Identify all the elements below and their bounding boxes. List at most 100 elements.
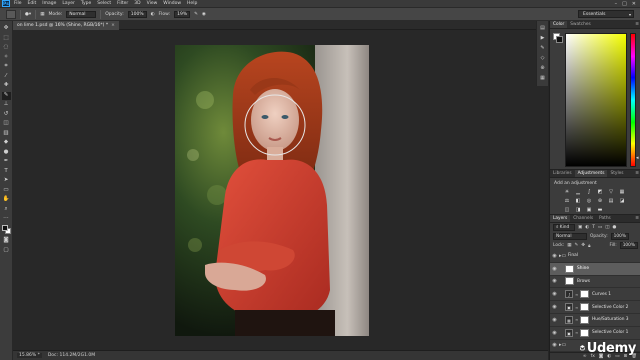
close-icon[interactable]: ✕ <box>632 1 636 7</box>
filter-adjustment-icon[interactable]: ◐ <box>585 225 589 230</box>
selective-color-icon[interactable]: ▣ <box>586 207 592 213</box>
close-icon[interactable]: × <box>111 23 115 28</box>
eye-icon[interactable]: ◉ <box>550 342 559 348</box>
layer-filter-select[interactable]: ⌕ Kind <box>553 224 575 231</box>
layer-fill-field[interactable]: 100% <box>619 242 638 249</box>
properties-icon[interactable]: ▦ <box>539 75 546 82</box>
menu-window[interactable]: Window <box>163 1 181 6</box>
tab-swatches[interactable]: Swatches <box>567 21 594 28</box>
lock-pixels-icon[interactable]: ▦ <box>567 243 571 248</box>
tab-channels[interactable]: Channels <box>570 215 596 222</box>
dodge-tool-icon[interactable]: ● <box>2 149 11 157</box>
quick-mask-icon[interactable]: ◙ <box>2 237 11 245</box>
flow-field[interactable]: 19% <box>174 10 191 18</box>
eye-icon[interactable]: ◉ <box>550 266 559 272</box>
mode-select[interactable]: Normal <box>66 10 97 18</box>
threshold-icon[interactable]: ◨ <box>575 207 581 213</box>
quick-select-tool-icon[interactable]: ✧ <box>2 54 11 62</box>
marquee-tool-icon[interactable]: ⬚ <box>2 35 11 43</box>
menu-file[interactable]: File <box>14 1 22 6</box>
panel-menu-icon[interactable]: ≡ <box>635 170 639 177</box>
lock-move-icon[interactable]: ✥ <box>581 243 585 248</box>
menu-type[interactable]: Type <box>81 1 91 6</box>
tab-color[interactable]: Color <box>550 21 568 28</box>
zoom-tool-icon[interactable]: ⌕ <box>2 206 11 214</box>
history-brush-tool-icon[interactable]: ↺ <box>2 111 11 119</box>
screen-mode-icon[interactable]: ▢ <box>2 247 11 255</box>
blend-mode-select[interactable]: Normal <box>553 233 587 240</box>
hand-tool-icon[interactable]: ✋ <box>2 196 11 204</box>
layer-row[interactable]: ◉ Brows <box>550 276 640 289</box>
layer-row[interactable]: ◉ ▸▭ Final <box>550 250 640 263</box>
clone-stamp-tool-icon[interactable]: ⊥ <box>2 101 11 109</box>
menu-filter[interactable]: Filter <box>117 1 128 6</box>
exposure-icon[interactable]: ◩ <box>597 189 603 195</box>
eyedropper-tool-icon[interactable]: ⁄ <box>2 73 11 81</box>
layer-mask-thumbnail[interactable] <box>580 303 589 312</box>
hue-slider[interactable] <box>630 33 636 167</box>
lock-all-icon[interactable]: 🔒︎ <box>588 243 590 249</box>
minimize-icon[interactable]: – <box>615 1 618 7</box>
layer-row[interactable]: ◉ ∫ ∞ Curves 1 <box>550 288 640 302</box>
filter-toggle-icon[interactable]: ● <box>612 225 616 230</box>
vibrance-icon[interactable]: ▽ <box>608 189 614 195</box>
layer-row[interactable]: ◉ ▣ ∞ Selective Color 2 <box>550 301 640 314</box>
play-icon[interactable]: ▶ <box>539 35 546 42</box>
maximize-icon[interactable]: □ <box>622 1 627 7</box>
color-lookup-icon[interactable]: ▤ <box>608 198 614 204</box>
eye-icon[interactable]: ◉ <box>550 304 559 310</box>
invert-icon[interactable]: ◪ <box>619 198 625 204</box>
workspace-select[interactable]: Essentials ▾ <box>578 10 634 18</box>
tab-libraries[interactable]: Libraries <box>550 170 575 177</box>
foreground-color-chip[interactable] <box>556 36 563 43</box>
saturation-value-field[interactable] <box>565 33 627 167</box>
shape-tool-icon[interactable]: ▭ <box>2 187 11 195</box>
crop-tool-icon[interactable]: ⌗ <box>2 63 11 71</box>
hue-slider-handle-icon[interactable]: ◂ <box>636 155 639 161</box>
brush-presets-icon[interactable]: ◇ <box>539 55 546 62</box>
gradient-map-icon[interactable]: ▬ <box>597 207 603 213</box>
pressure-size-icon[interactable]: ◉ <box>202 12 206 17</box>
posterize-icon[interactable]: ◫ <box>564 207 570 213</box>
color-swatches[interactable] <box>1 225 12 235</box>
color-balance-icon[interactable]: ⚖ <box>564 198 570 204</box>
foreground-color-swatch[interactable] <box>1 225 8 231</box>
layer-row[interactable]: ◉ ▣ ∞ Selective Color 1 <box>550 327 640 340</box>
gradient-tool-icon[interactable]: ▥ <box>2 130 11 138</box>
menu-help[interactable]: Help <box>187 1 197 6</box>
tab-paths[interactable]: Paths <box>596 215 614 222</box>
canvas-area[interactable] <box>13 30 548 350</box>
eye-icon[interactable]: ◉ <box>550 317 559 323</box>
panel-menu-icon[interactable]: ≡ <box>635 21 639 28</box>
menu-view[interactable]: View <box>147 1 158 6</box>
black-white-icon[interactable]: ◧ <box>575 198 581 204</box>
lasso-tool-icon[interactable]: ◌ <box>2 44 11 52</box>
layer-row[interactable]: ◉ ▦ ∞ Hue/Saturation 3 <box>550 314 640 327</box>
brightness-contrast-icon[interactable]: ☀ <box>564 189 570 195</box>
eye-icon[interactable]: ◉ <box>550 330 559 336</box>
filter-smart-icon[interactable]: ◫ <box>605 225 609 230</box>
clone-source-icon[interactable]: ⊕ <box>539 65 546 72</box>
brush-panel-icon[interactable]: ▦ <box>40 12 44 17</box>
channel-mixer-icon[interactable]: ⊛ <box>597 198 603 204</box>
brush-size-icon[interactable]: ●▾ <box>25 12 31 17</box>
path-select-tool-icon[interactable]: ➤ <box>2 177 11 185</box>
layer-mask-thumbnail[interactable] <box>580 290 589 299</box>
eye-icon[interactable]: ◉ <box>550 278 559 284</box>
layer-opacity-field[interactable]: 100% <box>610 233 629 240</box>
layer-mask-thumbnail[interactable] <box>580 315 589 324</box>
eye-icon[interactable]: ◉ <box>550 253 559 259</box>
pressure-opacity-icon[interactable]: ◐ <box>151 12 155 17</box>
opacity-field[interactable]: 100% <box>127 10 147 18</box>
type-tool-icon[interactable]: T <box>2 168 11 176</box>
tab-styles[interactable]: Styles <box>607 170 626 177</box>
levels-icon[interactable]: ▁ <box>575 189 581 195</box>
brush-tool-icon[interactable]: ✎ <box>1 91 11 100</box>
hue-saturation-icon[interactable]: ▦ <box>619 189 625 195</box>
pen-tool-icon[interactable]: ✒ <box>2 158 11 166</box>
panel-menu-icon[interactable]: ≡ <box>635 215 639 222</box>
eye-icon[interactable]: ◉ <box>550 291 559 297</box>
healing-brush-tool-icon[interactable]: ✚ <box>2 82 11 90</box>
eraser-tool-icon[interactable]: ◫ <box>2 120 11 128</box>
brush-settings-icon[interactable]: ✎ <box>539 45 546 52</box>
